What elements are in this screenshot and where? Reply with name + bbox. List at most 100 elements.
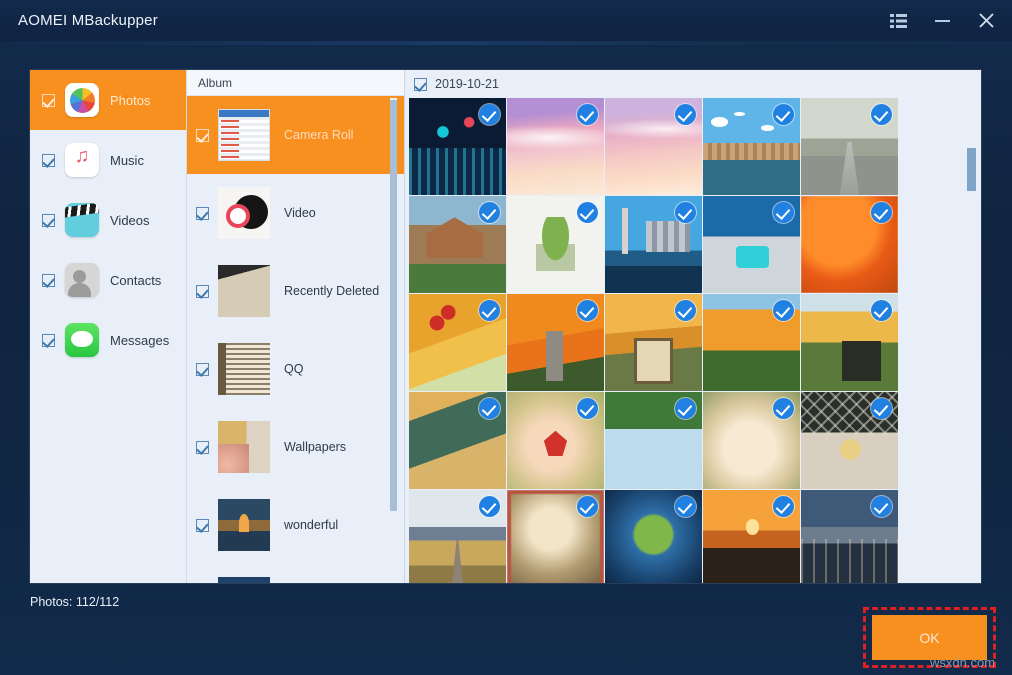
checkbox-music[interactable] bbox=[42, 154, 55, 167]
photo-selected-badge[interactable] bbox=[479, 398, 500, 419]
photo-thumbnail[interactable] bbox=[703, 490, 800, 583]
photo-selected-badge[interactable] bbox=[871, 496, 892, 517]
sidebar-item-music[interactable]: Music bbox=[30, 130, 186, 190]
photo-thumbnail[interactable] bbox=[605, 196, 702, 293]
ok-button-area: OK bbox=[872, 615, 987, 660]
photo-scrollbar-thumb[interactable] bbox=[967, 148, 976, 191]
minimize-icon[interactable] bbox=[924, 6, 960, 36]
photo-selected-badge[interactable] bbox=[479, 202, 500, 223]
photo-thumbnail[interactable] bbox=[507, 392, 604, 489]
photo-selected-badge[interactable] bbox=[577, 496, 598, 517]
album-thumbnail bbox=[218, 421, 270, 473]
photo-thumbnail[interactable] bbox=[409, 196, 506, 293]
photo-selected-badge[interactable] bbox=[871, 398, 892, 419]
ok-button[interactable]: OK bbox=[872, 615, 987, 660]
photo-selected-badge[interactable] bbox=[675, 104, 696, 125]
photo-selected-badge[interactable] bbox=[479, 496, 500, 517]
photo-thumbnail[interactable] bbox=[409, 490, 506, 583]
photo-thumbnail[interactable] bbox=[703, 392, 800, 489]
photo-selected-badge[interactable] bbox=[871, 300, 892, 321]
photo-selected-badge[interactable] bbox=[773, 104, 794, 125]
status-text: Photos: 112/112 bbox=[30, 595, 119, 609]
photo-thumbnail[interactable] bbox=[507, 490, 604, 583]
album-thumbnail bbox=[218, 343, 270, 395]
photo-thumbnail[interactable] bbox=[409, 392, 506, 489]
photo-selected-badge[interactable] bbox=[675, 496, 696, 517]
checkbox-wallpapers[interactable] bbox=[196, 441, 209, 454]
photo-date-group-header[interactable]: 2019-10-21 bbox=[405, 70, 981, 98]
checkbox-qq[interactable] bbox=[196, 363, 209, 376]
photo-thumbnail[interactable] bbox=[703, 294, 800, 391]
photo-selected-badge[interactable] bbox=[479, 300, 500, 321]
photo-thumbnail[interactable] bbox=[605, 294, 702, 391]
photo-selected-badge[interactable] bbox=[479, 104, 500, 125]
sidebar-item-photos[interactable]: Photos bbox=[30, 70, 186, 130]
photo-thumbnail[interactable] bbox=[507, 98, 604, 195]
checkbox-contacts[interactable] bbox=[42, 274, 55, 287]
album-item-qq[interactable]: QQ bbox=[187, 330, 404, 408]
album-item-camera-roll[interactable]: Camera Roll bbox=[187, 96, 404, 174]
photo-selected-badge[interactable] bbox=[577, 202, 598, 223]
photo-thumbnail[interactable] bbox=[801, 392, 898, 489]
photo-thumbnail[interactable] bbox=[703, 98, 800, 195]
checkbox-video[interactable] bbox=[196, 207, 209, 220]
photo-selected-badge[interactable] bbox=[675, 202, 696, 223]
app-title: AOMEI MBackupper bbox=[18, 12, 158, 29]
photo-thumbnail[interactable] bbox=[605, 490, 702, 583]
photo-selected-badge[interactable] bbox=[577, 300, 598, 321]
photo-thumbnail[interactable] bbox=[801, 490, 898, 583]
category-sidebar: Photos Music Videos Contacts Messages bbox=[30, 70, 187, 583]
checkbox-date-group[interactable] bbox=[414, 78, 427, 91]
album-panel-header: Album bbox=[187, 70, 404, 96]
checkbox-videos[interactable] bbox=[42, 214, 55, 227]
photo-thumbnail[interactable] bbox=[801, 294, 898, 391]
album-item-label: QQ bbox=[284, 362, 303, 376]
photo-selected-badge[interactable] bbox=[773, 300, 794, 321]
sidebar-item-label: Contacts bbox=[110, 273, 161, 288]
photo-selected-badge[interactable] bbox=[773, 398, 794, 419]
checkbox-wonderful[interactable] bbox=[196, 519, 209, 532]
photo-selected-badge[interactable] bbox=[871, 104, 892, 125]
album-item-wallpapers[interactable]: Wallpapers bbox=[187, 408, 404, 486]
watermark: wsxdn.com bbox=[930, 655, 995, 670]
photo-thumbnail[interactable] bbox=[801, 98, 898, 195]
photo-thumbnail[interactable] bbox=[605, 98, 702, 195]
checkbox-photos[interactable] bbox=[42, 94, 55, 107]
photo-selected-badge[interactable] bbox=[675, 398, 696, 419]
album-item-video[interactable]: Video bbox=[187, 174, 404, 252]
window-controls bbox=[880, 0, 1004, 41]
photo-thumbnail[interactable] bbox=[801, 196, 898, 293]
sidebar-item-videos[interactable]: Videos bbox=[30, 190, 186, 250]
album-item-wonderful[interactable]: wonderful bbox=[187, 486, 404, 564]
album-item-recently-deleted[interactable]: Recently Deleted bbox=[187, 252, 404, 330]
photo-thumbnail[interactable] bbox=[703, 196, 800, 293]
sidebar-item-label: Videos bbox=[110, 213, 150, 228]
photo-selected-badge[interactable] bbox=[773, 202, 794, 223]
sidebar-item-messages[interactable]: Messages bbox=[30, 310, 186, 370]
album-item-partial[interactable] bbox=[187, 564, 404, 583]
album-scrollbar-thumb[interactable] bbox=[390, 100, 397, 511]
photo-thumbnail[interactable] bbox=[507, 294, 604, 391]
sidebar-item-label: Photos bbox=[110, 93, 150, 108]
music-icon bbox=[65, 143, 99, 177]
checkbox-recently-deleted[interactable] bbox=[196, 285, 209, 298]
main-panels: Photos Music Videos Contacts Messages Al… bbox=[30, 70, 981, 583]
messages-icon bbox=[65, 323, 99, 357]
photo-thumbnail[interactable] bbox=[409, 98, 506, 195]
checkbox-messages[interactable] bbox=[42, 334, 55, 347]
checkbox-camera-roll[interactable] bbox=[196, 129, 209, 142]
photo-thumbnail[interactable] bbox=[409, 294, 506, 391]
photo-selected-badge[interactable] bbox=[577, 398, 598, 419]
photo-selected-badge[interactable] bbox=[871, 202, 892, 223]
title-bar-underline bbox=[0, 41, 1012, 45]
photo-selected-badge[interactable] bbox=[773, 496, 794, 517]
photo-thumbnail[interactable] bbox=[605, 392, 702, 489]
close-icon[interactable] bbox=[968, 6, 1004, 36]
sidebar-item-contacts[interactable]: Contacts bbox=[30, 250, 186, 310]
photo-selected-badge[interactable] bbox=[577, 104, 598, 125]
photo-selected-badge[interactable] bbox=[675, 300, 696, 321]
photo-thumbnail[interactable] bbox=[507, 196, 604, 293]
album-thumbnail bbox=[218, 265, 270, 317]
photo-panel: 2019-10-21 bbox=[405, 70, 981, 583]
menu-list-icon[interactable] bbox=[880, 6, 916, 36]
